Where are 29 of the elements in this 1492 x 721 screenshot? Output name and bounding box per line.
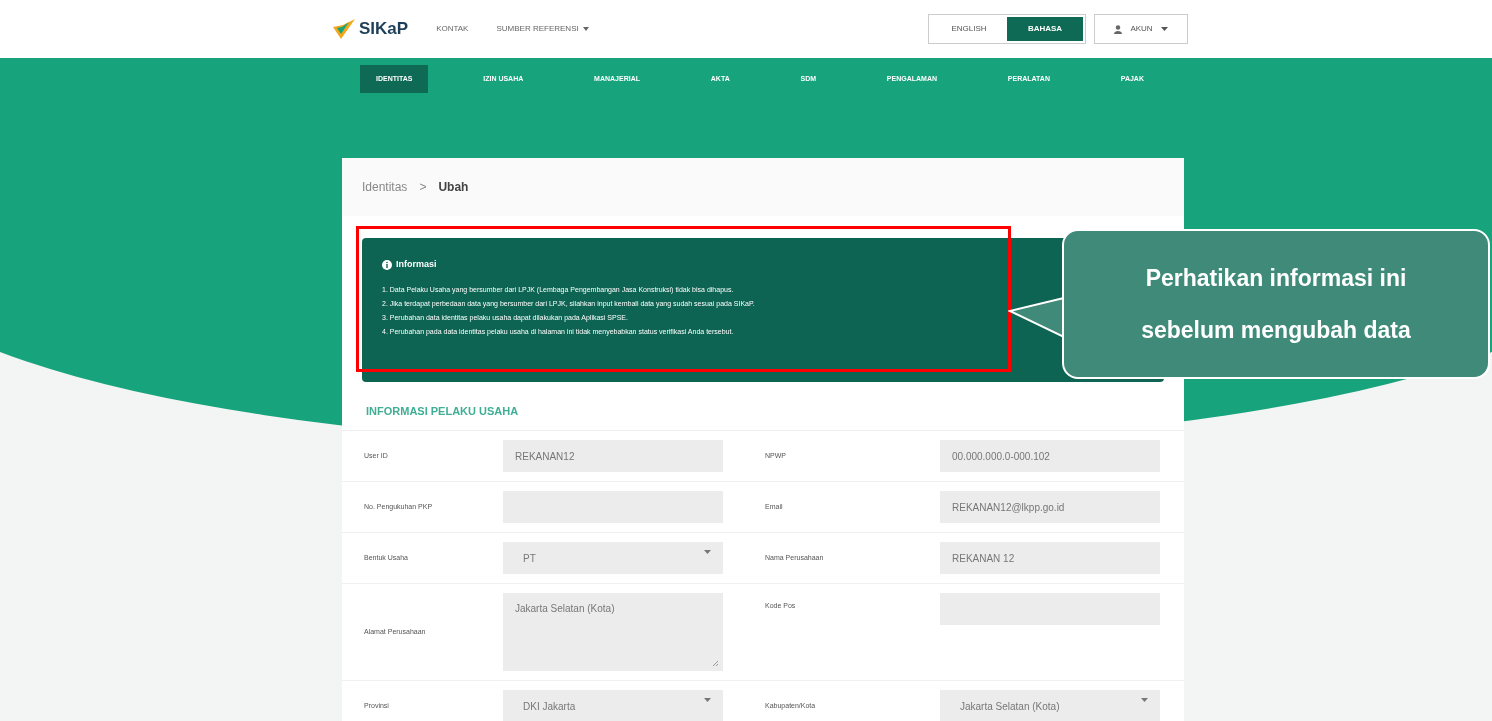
textarea-field[interactable]: Jakarta Selatan (Kota) <box>503 593 723 671</box>
user-icon <box>1114 24 1123 34</box>
language-button[interactable]: BAHASA <box>1007 17 1083 41</box>
select-field[interactable]: DKI Jakarta <box>503 690 723 721</box>
caret-icon <box>582 27 589 31</box>
input-field[interactable]: REKANAN 12 <box>940 542 1160 574</box>
input-field[interactable]: REKANAN12@lkpp.go.id <box>940 491 1160 523</box>
logo-icon <box>333 19 355 39</box>
select-field[interactable]: PT <box>503 542 723 574</box>
input-field[interactable]: 00.000.000.0-000.102 <box>940 440 1160 472</box>
nav-link[interactable]: KONTAK <box>436 23 469 35</box>
brand-name: SIKaP <box>359 18 409 41</box>
caret-icon <box>704 698 711 702</box>
info-title: Informasi <box>396 258 437 271</box>
callout-text: Perhatikan informasi ini <box>1145 263 1407 293</box>
resize-handle-icon <box>712 660 719 667</box>
select-field[interactable]: Jakarta Selatan (Kota) <box>940 690 1160 721</box>
info-icon <box>382 259 392 270</box>
caret-icon <box>704 550 711 554</box>
callout-text: sebelum mengubah data <box>1141 316 1411 345</box>
caret-icon <box>1141 698 1148 702</box>
breadcrumb-link[interactable]: Identitas <box>362 178 408 196</box>
account-button[interactable]: AKUN <box>1094 14 1188 44</box>
nav-link[interactable]: SUMBER REFERENSI <box>496 23 589 35</box>
caret-icon <box>1160 27 1168 31</box>
section-title: INFORMASI PELAKU USAHA <box>366 405 519 417</box>
breadcrumb-separator: > <box>419 179 427 196</box>
input-field[interactable]: REKANAN12 <box>503 440 723 472</box>
breadcrumb-current: Ubah <box>438 179 469 196</box>
